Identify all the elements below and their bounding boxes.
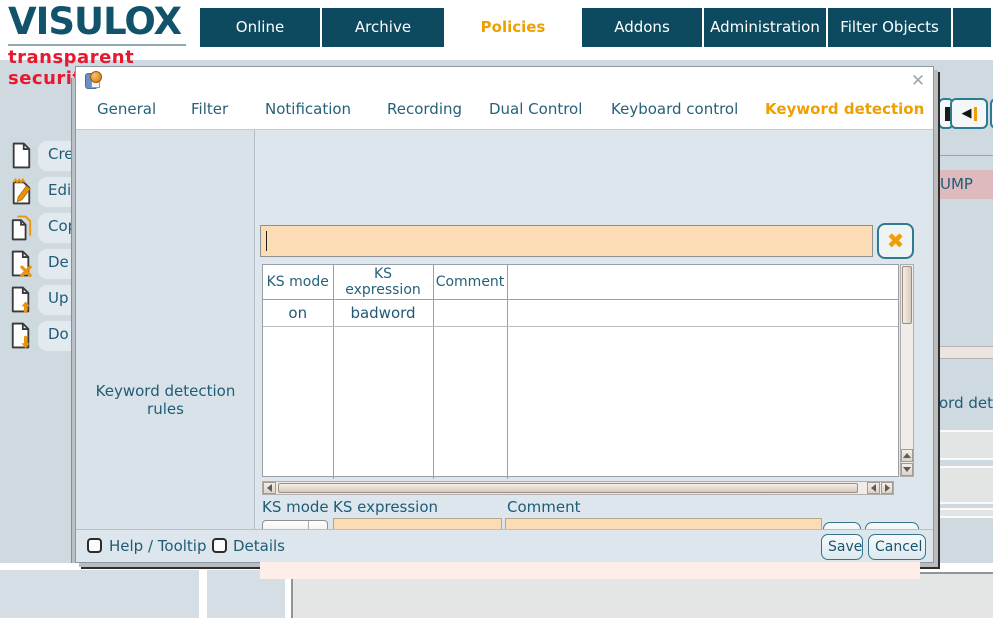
- media-prev-button[interactable]: ◀: [950, 98, 988, 129]
- table-filler: [263, 327, 898, 479]
- details-label: Details: [233, 537, 285, 555]
- policy-row-highlighted[interactable]: UMP SHE: [938, 170, 993, 199]
- horizontal-scrollbar[interactable]: [262, 481, 894, 495]
- download-document-icon: [10, 322, 32, 353]
- rules-table[interactable]: KS mode KS expression Comment on badword: [262, 264, 899, 477]
- scroll-left-button-2[interactable]: [867, 482, 880, 494]
- sidebar-item-label: Do: [48, 325, 69, 343]
- media-orange-bar-icon: [974, 107, 977, 121]
- tab-notification[interactable]: Notification: [265, 100, 351, 118]
- details-checkbox[interactable]: [212, 538, 227, 553]
- media-prev-icon: ◀: [962, 107, 972, 120]
- cell-comment[interactable]: [433, 300, 507, 327]
- tab-keyword-detection[interactable]: Keyword detection: [765, 100, 924, 118]
- dialog-footer: Help / Tooltip Details Save Cancel: [76, 529, 933, 562]
- edit-document-icon: [10, 178, 32, 209]
- column-header-comment[interactable]: Comment: [433, 265, 507, 300]
- cell-empty: [507, 300, 898, 327]
- nav-tab-administration[interactable]: Administration: [704, 8, 826, 47]
- save-button[interactable]: Save: [821, 534, 863, 560]
- tab-recording[interactable]: Recording: [387, 100, 462, 118]
- background-panel-left: [0, 570, 199, 618]
- rules-label-panel: Keyword detection rules: [76, 130, 255, 531]
- sidebar-item-label: De: [48, 253, 69, 271]
- background-divider: [938, 155, 993, 156]
- nav-tab-partial[interactable]: [953, 8, 991, 47]
- logo-divider: [8, 44, 186, 46]
- tab-general[interactable]: General: [97, 100, 156, 118]
- sidebar-item-label: Up: [48, 289, 69, 307]
- rules-filter-input[interactable]: [260, 225, 873, 257]
- background-panel-row: [938, 508, 993, 518]
- app-header: VISULOX transparent security Online Arch…: [0, 0, 993, 60]
- upload-document-icon: [10, 286, 32, 317]
- main-nav: Online Archive Policies Addons Administr…: [200, 8, 991, 47]
- clear-filter-button[interactable]: ✖: [877, 223, 914, 259]
- column-header-ks-mode[interactable]: KS mode: [263, 265, 333, 300]
- new-document-icon: [10, 142, 32, 173]
- brand-logo-text: VISULOX: [8, 2, 186, 43]
- background-row: [938, 346, 993, 359]
- table-row[interactable]: on badword: [263, 300, 898, 327]
- tab-keyboard-control[interactable]: Keyboard control: [611, 100, 738, 118]
- tab-filter[interactable]: Filter: [191, 100, 228, 118]
- cancel-button[interactable]: Cancel: [868, 534, 926, 560]
- tab-dual-control[interactable]: Dual Control: [489, 100, 582, 118]
- ks-expression-label: KS expression: [333, 498, 438, 516]
- copy-document-icon: [10, 214, 32, 245]
- vertical-scrollbar-thumb[interactable]: [902, 266, 912, 324]
- scroll-down-button[interactable]: [901, 463, 913, 476]
- background-panel-row: [938, 430, 993, 460]
- close-icon[interactable]: ✕: [908, 71, 928, 91]
- status-strip: [260, 560, 920, 579]
- nav-tab-archive[interactable]: Archive: [322, 8, 444, 47]
- background-panel-row: [938, 466, 993, 504]
- horizontal-scrollbar-thumb[interactable]: [278, 483, 858, 493]
- vertical-scrollbar[interactable]: [900, 264, 914, 477]
- sidebar-item-label: Cre: [48, 145, 74, 163]
- comment-label: Comment: [507, 498, 581, 516]
- arrow-left-icon: [267, 484, 272, 492]
- application-window: VISULOX transparent security Online Arch…: [0, 0, 993, 618]
- rules-label: Keyword detection rules: [76, 382, 255, 418]
- dialog-policy-icon: [85, 71, 103, 90]
- scroll-right-button[interactable]: [881, 482, 893, 494]
- nav-tab-addons[interactable]: Addons: [582, 8, 702, 47]
- media-bar-icon: [945, 107, 950, 121]
- scroll-left-button[interactable]: [263, 482, 276, 494]
- column-header-empty: [507, 265, 898, 300]
- help-tooltip-checkbox[interactable]: [87, 538, 102, 553]
- sidebar-item-label: Edi: [48, 181, 71, 199]
- table-header-row: KS mode KS expression Comment: [263, 265, 898, 300]
- nav-tab-policies[interactable]: Policies: [446, 8, 580, 47]
- scroll-up-button[interactable]: [901, 449, 913, 462]
- column-header-ks-expression[interactable]: KS expression: [333, 265, 433, 300]
- text-caret: [266, 231, 267, 251]
- keyword-detection-panel: Keyword detection rules ✖ KS mode KS exp…: [76, 129, 933, 530]
- ks-mode-label: KS mode: [262, 498, 329, 516]
- arrow-up-icon: [903, 453, 911, 458]
- cell-ks-expression[interactable]: badword: [333, 300, 433, 327]
- delete-document-icon: [10, 250, 32, 281]
- arrow-right-icon: [885, 484, 890, 492]
- nav-tab-filter-objects[interactable]: Filter Objects: [828, 8, 951, 47]
- policy-settings-dialog: ✕ General Filter Notification Recording …: [75, 66, 934, 563]
- help-tooltip-label: Help / Tooltip: [109, 537, 207, 555]
- background-clipped-heading: ord detec: [939, 394, 993, 412]
- nav-tab-online[interactable]: Online: [200, 8, 320, 47]
- arrow-left-icon: [871, 484, 876, 492]
- cell-ks-mode[interactable]: on: [263, 300, 333, 327]
- arrow-down-icon: [903, 467, 911, 472]
